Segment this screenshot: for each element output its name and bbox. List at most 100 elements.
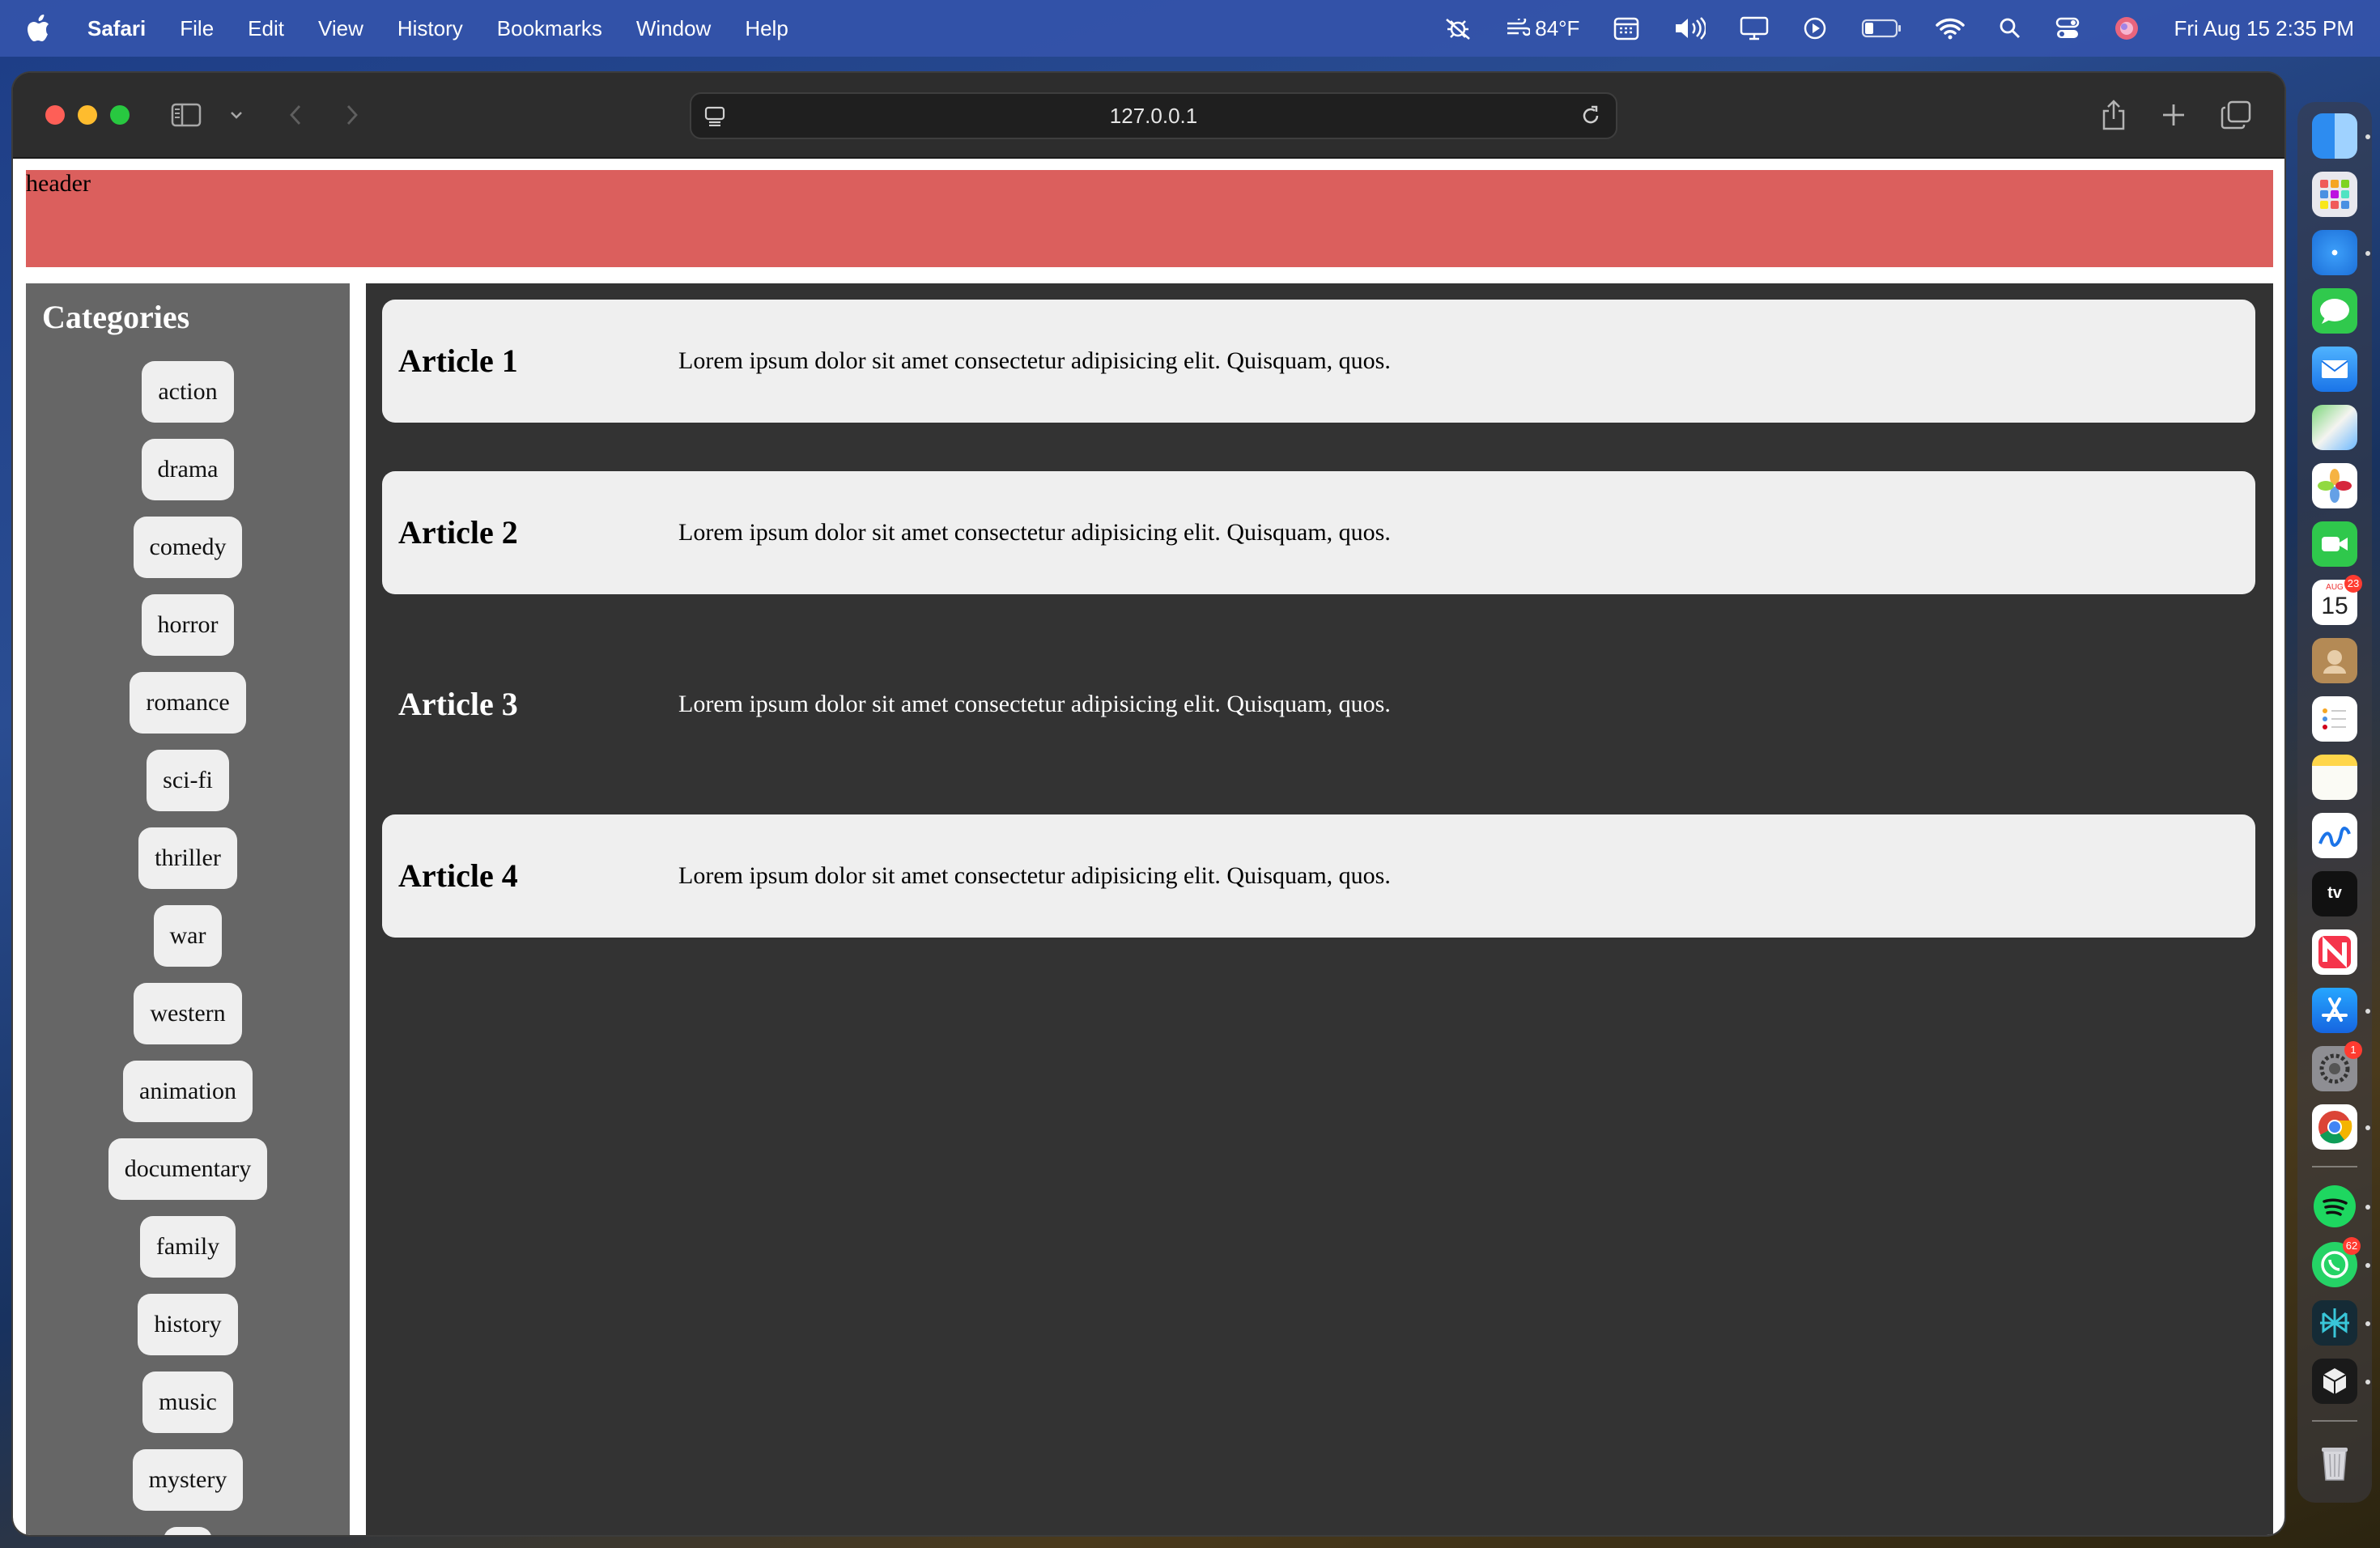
- facetime-icon[interactable]: [2312, 521, 2357, 567]
- calendar-day: 15: [2321, 593, 2348, 619]
- category-button-drama[interactable]: drama: [141, 439, 235, 500]
- category-button-family[interactable]: family: [139, 1216, 236, 1278]
- app-store-icon[interactable]: [2312, 988, 2357, 1033]
- contacts-icon[interactable]: [2312, 638, 2357, 683]
- article-body: Lorem ipsum dolor sit amet consectetur a…: [678, 691, 1391, 717]
- category-button-action[interactable]: action: [142, 361, 234, 423]
- header-text: header: [26, 170, 91, 197]
- article-body: Lorem ipsum dolor sit amet consectetur a…: [678, 519, 1391, 546]
- menu-file[interactable]: File: [180, 16, 214, 41]
- article-title: Article 1: [398, 342, 518, 379]
- article-card-3[interactable]: Article 3 Lorem ipsum dolor sit amet con…: [382, 643, 2255, 766]
- browser-toolbar: 127.0.0.1: [13, 73, 2284, 159]
- photos-icon[interactable]: [2312, 463, 2357, 508]
- apple-menu-icon[interactable]: [28, 15, 50, 42]
- display-icon[interactable]: [1740, 16, 1769, 40]
- reminders-icon[interactable]: [2312, 696, 2357, 742]
- article-card-2[interactable]: Article 2 Lorem ipsum dolor sit amet con…: [382, 471, 2255, 594]
- menu-datetime[interactable]: Fri Aug 15 2:35 PM: [2174, 16, 2354, 41]
- tab-overview-icon[interactable]: [2220, 97, 2252, 133]
- category-button-partial[interactable]: [164, 1527, 212, 1535]
- category-button-thriller[interactable]: thriller: [138, 827, 237, 889]
- calendar-widget-icon[interactable]: [1613, 16, 1639, 40]
- category-button-sci-fi[interactable]: sci-fi: [147, 750, 229, 811]
- address-bar[interactable]: 127.0.0.1: [690, 92, 1617, 139]
- category-button-comedy[interactable]: comedy: [133, 517, 243, 578]
- address-bar-url[interactable]: 127.0.0.1: [691, 94, 1616, 138]
- menu-history[interactable]: History: [397, 16, 463, 41]
- menu-bookmarks[interactable]: Bookmarks: [497, 16, 602, 41]
- category-button-animation[interactable]: animation: [123, 1061, 253, 1122]
- finder-icon[interactable]: [2312, 113, 2357, 159]
- categories-sidebar: Categories action drama comedy horror ro…: [26, 283, 350, 1535]
- chrome-icon[interactable]: [2312, 1104, 2357, 1150]
- category-button-western[interactable]: western: [134, 983, 242, 1044]
- menu-bar: Safari File Edit View History Bookmarks …: [0, 0, 2380, 57]
- article-body: Lorem ipsum dolor sit amet consectetur a…: [678, 347, 1391, 374]
- category-button-mystery[interactable]: mystery: [132, 1449, 244, 1511]
- safari-icon[interactable]: [2312, 230, 2357, 275]
- perplexity-icon[interactable]: [2312, 1300, 2357, 1346]
- new-tab-icon[interactable]: [2160, 97, 2187, 133]
- settings-badge: 1: [2344, 1041, 2362, 1059]
- calendar-badge: 23: [2344, 575, 2362, 593]
- menu-view[interactable]: View: [318, 16, 363, 41]
- article-body: Lorem ipsum dolor sit amet consectetur a…: [678, 862, 1391, 889]
- notes-icon[interactable]: [2312, 755, 2357, 800]
- apple-tv-icon[interactable]: tv: [2312, 871, 2357, 916]
- whatsapp-icon[interactable]: 62: [2312, 1237, 2361, 1287]
- forward-icon[interactable]: [340, 97, 364, 133]
- share-icon[interactable]: [2100, 97, 2127, 133]
- maps-icon[interactable]: [2312, 405, 2357, 450]
- freeform-icon[interactable]: [2312, 813, 2357, 858]
- launchpad-icon[interactable]: [2312, 172, 2357, 217]
- web-page: header Categories action drama comedy ho…: [13, 159, 2284, 1535]
- menu-window[interactable]: Window: [636, 16, 711, 41]
- article-card-4[interactable]: Article 4 Lorem ipsum dolor sit amet con…: [382, 814, 2255, 938]
- article-title: Article 4: [398, 857, 518, 894]
- control-center-icon[interactable]: [2055, 17, 2080, 40]
- page-header: header: [26, 170, 2273, 267]
- spotify-icon[interactable]: [2312, 1184, 2357, 1229]
- category-button-horror[interactable]: horror: [141, 594, 235, 656]
- system-settings-icon[interactable]: 1: [2312, 1041, 2362, 1091]
- siri-icon[interactable]: [2114, 15, 2140, 41]
- spotlight-search-icon[interactable]: [1999, 17, 2021, 40]
- reload-icon[interactable]: [1580, 104, 1601, 131]
- article-title: Article 2: [398, 514, 518, 551]
- category-button-history[interactable]: history: [138, 1294, 238, 1355]
- bug-icon[interactable]: [1444, 15, 1472, 42]
- wifi-icon[interactable]: [1936, 17, 1966, 40]
- category-button-documentary[interactable]: documentary: [108, 1138, 268, 1200]
- cursor-icon[interactable]: [2312, 1359, 2357, 1404]
- menu-edit[interactable]: Edit: [248, 16, 284, 41]
- menu-app-name[interactable]: Safari: [87, 16, 146, 41]
- volume-icon[interactable]: [1673, 16, 1706, 40]
- chevron-down-icon[interactable]: [227, 97, 246, 133]
- calendar-icon[interactable]: AUG 15 23: [2312, 575, 2362, 625]
- articles-main: Article 1 Lorem ipsum dolor sit amet con…: [366, 283, 2273, 1535]
- trash-icon[interactable]: [2312, 1440, 2357, 1485]
- article-card-1[interactable]: Article 1 Lorem ipsum dolor sit amet con…: [382, 300, 2255, 423]
- category-list: action drama comedy horror romance sci-f…: [26, 361, 350, 1535]
- zoom-window-button[interactable]: [110, 105, 130, 125]
- sidebar-toggle-icon[interactable]: [170, 97, 202, 133]
- now-playing-icon[interactable]: [1803, 16, 1827, 40]
- weather-widget[interactable]: 84°F: [1506, 16, 1579, 41]
- back-icon[interactable]: [283, 97, 308, 133]
- category-button-music[interactable]: music: [142, 1372, 233, 1433]
- category-button-romance[interactable]: romance: [130, 672, 246, 734]
- safari-window: 127.0.0.1 header Categories action drama…: [13, 73, 2284, 1535]
- whatsapp-badge: 62: [2343, 1237, 2361, 1255]
- sidebar-title: Categories: [42, 299, 190, 335]
- news-icon[interactable]: [2312, 929, 2357, 975]
- dock: AUG 15 23 tv 1 62: [2297, 102, 2372, 1503]
- mail-icon[interactable]: [2312, 347, 2357, 392]
- minimize-window-button[interactable]: [78, 105, 97, 125]
- weather-temperature: 84°F: [1535, 15, 1580, 40]
- category-button-war[interactable]: war: [153, 905, 223, 967]
- battery-icon[interactable]: [1861, 19, 1902, 38]
- messages-icon[interactable]: [2312, 288, 2357, 334]
- menu-help[interactable]: Help: [745, 16, 788, 41]
- close-window-button[interactable]: [45, 105, 65, 125]
